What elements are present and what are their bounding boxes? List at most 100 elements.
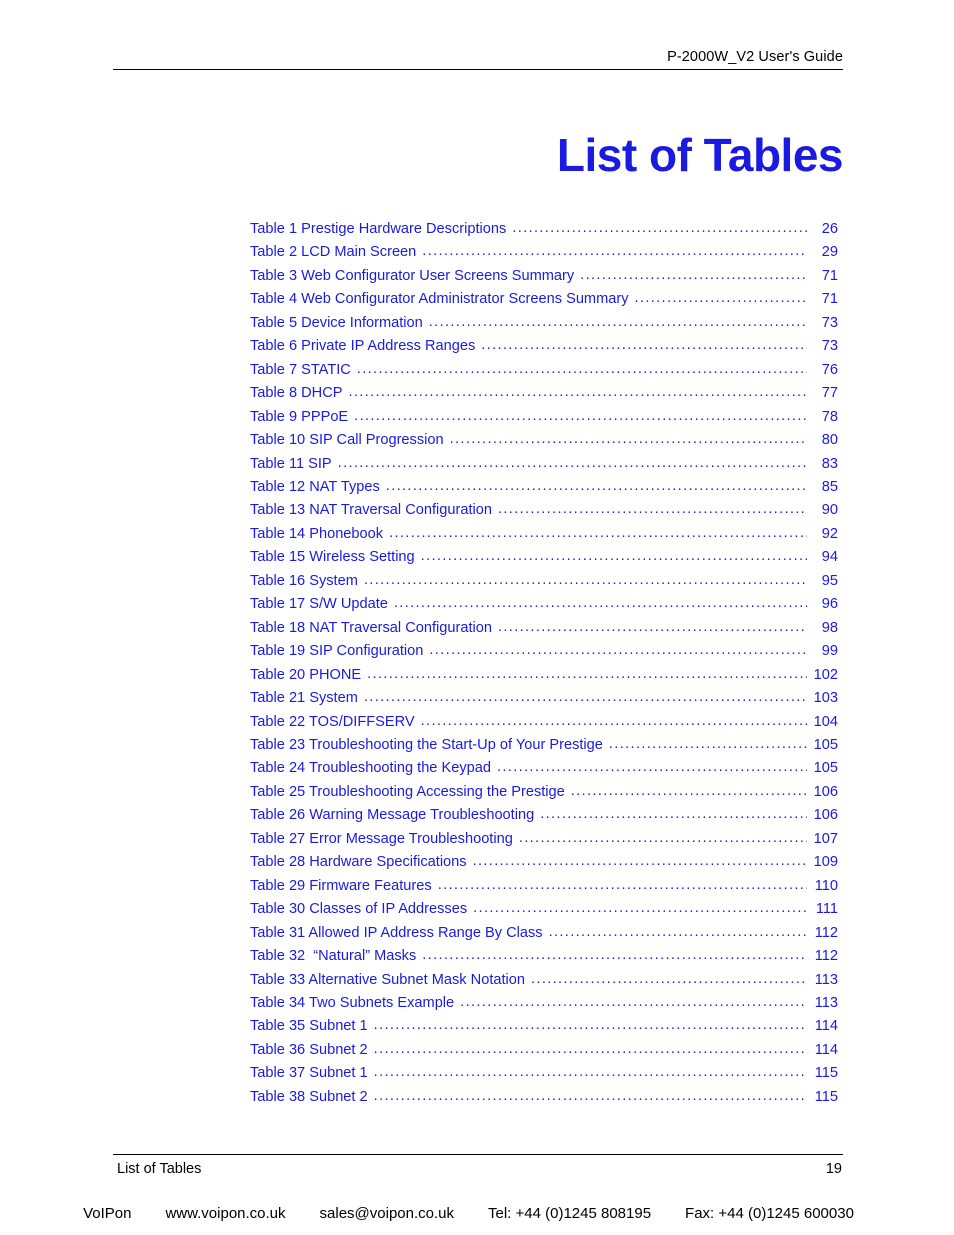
entry-label: Table 13 NAT Traversal Configuration [250, 502, 492, 519]
entry-page-number: 90 [821, 502, 838, 519]
entry-page-number: 92 [821, 525, 838, 542]
entry-label: Table 11 SIP [250, 455, 332, 472]
list-of-tables-entry[interactable]: Table 38 Subnet 2.......................… [250, 1086, 838, 1109]
entry-label: Table 32 “Natural” Masks [250, 948, 417, 965]
list-of-tables-entry[interactable]: Table 27 Error Message Troubleshooting..… [250, 828, 838, 851]
dot-leader: ........................................… [570, 782, 807, 799]
list-of-tables-entry[interactable]: Table 5 Device Information..............… [250, 312, 838, 335]
list-of-tables-entry[interactable]: Table 2 LCD Main Screen.................… [250, 241, 838, 264]
entry-page-number: 29 [821, 244, 838, 261]
entry-page-number: 103 [813, 690, 838, 707]
list-of-tables-entry[interactable]: Table 14 Phonebook......................… [250, 523, 838, 546]
dot-leader: ........................................… [548, 923, 807, 940]
dot-leader: ........................................… [496, 759, 807, 776]
vendor-website[interactable]: www.voipon.co.uk [165, 1203, 285, 1225]
list-of-tables-entry[interactable]: Table 24 Troubleshooting the Keypad.....… [250, 757, 838, 780]
list-of-tables-entry[interactable]: Table 35 Subnet 1.......................… [250, 1015, 838, 1038]
entry-page-number: 78 [821, 408, 838, 425]
entry-page-number: 96 [821, 596, 838, 613]
entry-label: Table 15 Wireless Setting [250, 549, 415, 566]
entry-label: Table 26 Warning Message Troubleshooting [250, 807, 535, 824]
footer-section-label: List of Tables [117, 1161, 202, 1177]
entry-page-number: 106 [813, 807, 838, 824]
dot-leader: ........................................… [354, 407, 807, 424]
dot-leader: ........................................… [363, 571, 807, 588]
list-of-tables-entry[interactable]: Table 36 Subnet 2.......................… [250, 1039, 838, 1062]
list-of-tables-entry[interactable]: Table 3 Web Configurator User Screens Su… [250, 265, 838, 288]
entry-page-number: 85 [821, 478, 838, 495]
entry-label: Table 18 NAT Traversal Configuration [250, 619, 492, 636]
list-of-tables-entry[interactable]: Table 13 NAT Traversal Configuration....… [250, 499, 838, 522]
entry-page-number: 26 [821, 221, 838, 237]
entry-label: Table 37 Subnet 1 [250, 1065, 368, 1082]
dot-leader: ........................................… [420, 712, 807, 729]
list-of-tables-entry[interactable]: Table 17 S/W Update.....................… [250, 593, 838, 616]
list-of-tables-entry[interactable]: Table 12 NAT Types......................… [250, 476, 838, 499]
footer-rule [113, 1154, 843, 1155]
entry-page-number: 95 [821, 572, 838, 589]
running-header: P-2000W_V2 User's Guide [113, 48, 843, 70]
list-of-tables-entry[interactable]: Table 18 NAT Traversal Configuration....… [250, 617, 838, 640]
list-of-tables-entry[interactable]: Table 32 “Natural” Masks................… [250, 945, 838, 968]
list-of-tables-entry[interactable]: Table 7 STATIC..........................… [250, 359, 838, 382]
dot-leader: ........................................… [356, 360, 807, 377]
dot-leader: ........................................… [472, 853, 807, 870]
dot-leader: ........................................… [512, 220, 807, 236]
entry-page-number: 105 [813, 736, 838, 753]
entry-page-number: 113 [814, 971, 838, 988]
entry-page-number: 102 [813, 666, 838, 683]
list-of-tables-entry[interactable]: Table 30 Classes of IP Addresses........… [250, 898, 838, 921]
list-of-tables-entry[interactable]: Table 37 Subnet 1.......................… [250, 1062, 838, 1085]
list-of-tables-entry[interactable]: Table 11 SIP............................… [250, 453, 838, 476]
list-of-tables-entry[interactable]: Table 20 PHONE..........................… [250, 664, 838, 687]
entry-label: Table 16 System [250, 572, 358, 589]
list-of-tables-entry[interactable]: Table 16 System.........................… [250, 570, 838, 593]
entry-page-number: 114 [814, 1041, 838, 1058]
dot-leader: ........................................… [393, 595, 807, 612]
entry-label: Table 12 NAT Types [250, 478, 380, 495]
list-of-tables-entry[interactable]: Table 6 Private IP Address Ranges.......… [250, 335, 838, 358]
entry-label: Table 14 Phonebook [250, 525, 384, 542]
list-of-tables-entry[interactable]: Table 25 Troubleshooting Accessing the P… [250, 781, 838, 804]
list-of-tables-entry[interactable]: Table 9 PPPoE...........................… [250, 406, 838, 429]
list-of-tables-entry[interactable]: Table 1 Prestige Hardware Descriptions..… [250, 218, 838, 241]
entry-label: Table 30 Classes of IP Addresses [250, 901, 468, 918]
list-of-tables-entry[interactable]: Table 23 Troubleshooting the Start-Up of… [250, 734, 838, 757]
entry-label: Table 7 STATIC [250, 361, 351, 378]
list-of-tables-entry[interactable]: Table 21 System.........................… [250, 687, 838, 710]
dot-leader: ........................................… [420, 548, 807, 565]
list-of-tables-entry[interactable]: Table 33 Alternative Subnet Mask Notatio… [250, 969, 838, 992]
footer-page-number: 19 [825, 1161, 842, 1177]
entry-page-number: 94 [821, 549, 838, 566]
entry-page-number: 99 [821, 643, 838, 660]
vendor-fax: Fax: +44 (0)1245 600030 [685, 1205, 854, 1222]
entry-label: Table 3 Web Configurator User Screens Su… [250, 267, 575, 284]
dot-leader: ........................................… [422, 243, 807, 260]
entry-page-number: 77 [821, 385, 838, 402]
list-of-tables-entry[interactable]: Table 26 Warning Message Troubleshooting… [250, 804, 838, 827]
entry-label: Table 21 System [250, 690, 358, 707]
entry-label: Table 24 Troubleshooting the Keypad [250, 760, 491, 777]
list-of-tables-entry[interactable]: Table 34 Two Subnets Example............… [250, 992, 838, 1015]
entry-label: Table 17 S/W Update [250, 596, 388, 613]
entry-label: Table 34 Two Subnets Example [250, 994, 455, 1011]
dot-leader: ........................................… [498, 501, 807, 518]
list-of-tables-entry[interactable]: Table 29 Firmware Features..............… [250, 875, 838, 898]
list-of-tables-entry[interactable]: Table 8 DHCP............................… [250, 382, 838, 405]
list-of-tables-entry[interactable]: Table 28 Hardware Specifications........… [250, 851, 838, 874]
entry-page-number: 112 [814, 948, 838, 965]
header-rule [113, 69, 843, 70]
entry-page-number: 73 [821, 338, 838, 355]
list-of-tables-entry[interactable]: Table 15 Wireless Setting...............… [250, 546, 838, 569]
list-of-tables-entry[interactable]: Table 4 Web Configurator Administrator S… [250, 288, 838, 311]
dot-leader: ........................................… [429, 642, 807, 659]
dot-leader: ........................................… [422, 947, 807, 964]
list-of-tables-entry[interactable]: Table 19 SIP Configuration..............… [250, 640, 838, 663]
list-of-tables-entry[interactable]: Table 31 Allowed IP Address Range By Cla… [250, 922, 838, 945]
dot-leader: ........................................… [531, 970, 807, 987]
dot-leader: ........................................… [373, 1017, 807, 1034]
dot-leader: ........................................… [540, 806, 807, 823]
vendor-email[interactable]: sales@voipon.co.uk [320, 1203, 454, 1225]
list-of-tables-entry[interactable]: Table 22 TOS/DIFFSERV...................… [250, 711, 838, 734]
list-of-tables-entry[interactable]: Table 10 SIP Call Progression...........… [250, 429, 838, 452]
